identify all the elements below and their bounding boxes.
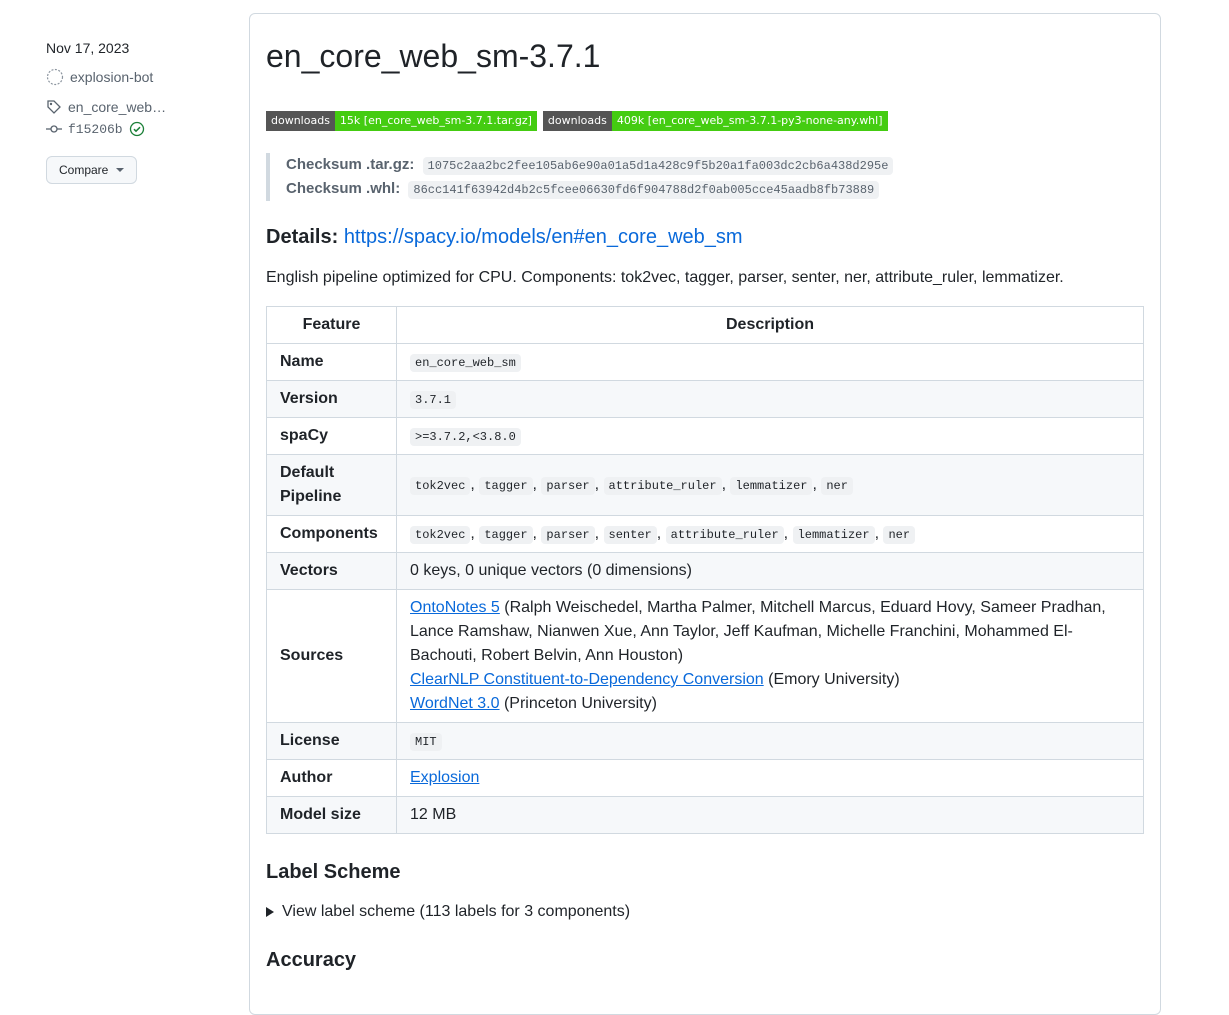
feature-pipeline-label: Default Pipeline bbox=[266, 454, 397, 516]
component-code: lemmatizer bbox=[792, 526, 875, 544]
table-row: Version 3.7.1 bbox=[266, 380, 1144, 418]
badge-label: downloads bbox=[266, 111, 335, 131]
spacy-code: >=3.7.2,<3.8.0 bbox=[410, 428, 521, 446]
feature-size-label: Model size bbox=[266, 796, 397, 834]
details-link[interactable]: https://spacy.io/models/en#en_core_web_s… bbox=[344, 226, 743, 248]
clearnlp-credit: (Emory University) bbox=[763, 671, 900, 688]
feature-vectors-label: Vectors bbox=[266, 552, 397, 590]
tag-row[interactable]: en_core_web_... bbox=[46, 96, 226, 118]
caret-down-icon bbox=[116, 168, 125, 172]
table-row: Model size 12 MB bbox=[266, 796, 1144, 834]
table-row: Author Explosion bbox=[266, 759, 1144, 797]
version-code: 3.7.1 bbox=[410, 391, 457, 409]
label-scheme-summary: View label scheme (113 labels for 3 comp… bbox=[282, 903, 631, 920]
feature-table: Feature Description Name en_core_web_sm … bbox=[266, 306, 1144, 834]
table-row: Sources OntoNotes 5 (Ralph Weischedel, M… bbox=[266, 589, 1144, 723]
header-feature: Feature bbox=[266, 306, 397, 344]
table-row: spaCy >=3.7.2,<3.8.0 bbox=[266, 417, 1144, 455]
badge-value: 409k [en_core_web_sm-3.7.1-py3-none-any.… bbox=[611, 111, 888, 131]
commit-row[interactable]: f15206b bbox=[46, 118, 226, 140]
table-row: License MIT bbox=[266, 722, 1144, 760]
pipeline-code: tagger bbox=[479, 477, 533, 495]
header-description: Description bbox=[396, 306, 1144, 344]
feature-components-label: Components bbox=[266, 515, 397, 553]
component-code: senter bbox=[603, 526, 657, 544]
commit-icon bbox=[46, 125, 62, 133]
bot-avatar-icon bbox=[46, 68, 64, 86]
wordnet-credit: (Princeton University) bbox=[499, 695, 657, 712]
author-row[interactable]: explosion-bot bbox=[46, 66, 226, 88]
feature-spacy-value: >=3.7.2,<3.8.0 bbox=[396, 417, 1144, 455]
feature-sources-label: Sources bbox=[266, 589, 397, 723]
author-name[interactable]: explosion-bot bbox=[70, 69, 153, 85]
checksum-value: 86cc141f63942d4b2c5fcee06630fd6f904788d2… bbox=[408, 181, 880, 199]
details-heading: Details: https://spacy.io/models/en#en_c… bbox=[266, 226, 743, 249]
tag-name[interactable]: en_core_web_... bbox=[68, 99, 168, 115]
label-scheme-heading: Label Scheme bbox=[266, 861, 401, 883]
verified-check-icon bbox=[129, 121, 144, 137]
pipeline-code: ner bbox=[821, 477, 853, 495]
feature-vectors-value: 0 keys, 0 unique vectors (0 dimensions) bbox=[396, 552, 1144, 590]
downloads-badge-whl[interactable]: downloads 409k [en_core_web_sm-3.7.1-py3… bbox=[542, 111, 888, 131]
table-row: Default Pipeline tok2vec, tagger, parser… bbox=[266, 454, 1144, 516]
pipeline-code: parser bbox=[541, 477, 595, 495]
feature-name-value: en_core_web_sm bbox=[396, 343, 1144, 381]
label-scheme-toggle[interactable]: View label scheme (113 labels for 3 comp… bbox=[266, 903, 630, 921]
compare-button[interactable]: Compare bbox=[46, 156, 138, 184]
checksum-whl: Checksum .whl: 86cc141f63942d4b2c5fcee06… bbox=[286, 177, 893, 201]
feature-license-value: MIT bbox=[396, 722, 1144, 760]
release-card: en_core_web_sm-3.7.1 downloads 15k [en_c… bbox=[249, 13, 1161, 1015]
pipeline-description: English pipeline optimized for CPU. Comp… bbox=[266, 269, 1064, 286]
clearnlp-link[interactable]: ClearNLP Constituent-to-Dependency Conve… bbox=[410, 671, 764, 688]
feature-author-value: Explosion bbox=[396, 759, 1144, 797]
pipeline-code: attribute_ruler bbox=[603, 477, 722, 495]
feature-license-label: License bbox=[266, 722, 397, 760]
feature-author-label: Author bbox=[266, 759, 397, 797]
feature-version-label: Version bbox=[266, 380, 397, 418]
name-code: en_core_web_sm bbox=[410, 354, 521, 372]
checksums-block: Checksum .tar.gz: 1075c2aa2bc2fee105ab6e… bbox=[266, 153, 894, 201]
ontonotes-link[interactable]: OntoNotes 5 bbox=[410, 599, 500, 616]
component-code: tok2vec bbox=[410, 526, 471, 544]
feature-pipeline-value: tok2vec, tagger, parser, attribute_ruler… bbox=[396, 454, 1144, 516]
feature-spacy-label: spaCy bbox=[266, 417, 397, 455]
feature-size-value: 12 MB bbox=[396, 796, 1144, 834]
release-sidebar: Nov 17, 2023 explosion-bot en_core_web_.… bbox=[46, 40, 226, 184]
release-date: Nov 17, 2023 bbox=[46, 40, 130, 56]
details-label: Details: bbox=[266, 226, 339, 248]
pipeline-code: lemmatizer bbox=[730, 477, 813, 495]
author-link[interactable]: Explosion bbox=[410, 769, 479, 786]
feature-name-label: Name bbox=[266, 343, 397, 381]
downloads-badge-targz[interactable]: downloads 15k [en_core_web_sm-3.7.1.tar.… bbox=[266, 111, 537, 131]
component-code: ner bbox=[883, 526, 916, 544]
table-row: Vectors 0 keys, 0 unique vectors (0 dime… bbox=[266, 552, 1144, 590]
release-title[interactable]: en_core_web_sm-3.7.1 bbox=[266, 38, 600, 75]
feature-sources-value: OntoNotes 5 (Ralph Weischedel, Martha Pa… bbox=[396, 589, 1144, 723]
license-code: MIT bbox=[410, 733, 442, 751]
tag-icon bbox=[47, 100, 61, 114]
checksum-value: 1075c2aa2bc2fee105ab6e90a01a5d1a428c9f5b… bbox=[422, 157, 894, 175]
commit-sha[interactable]: f15206b bbox=[68, 122, 123, 137]
component-code: attribute_ruler bbox=[665, 526, 784, 544]
wordnet-link[interactable]: WordNet 3.0 bbox=[410, 695, 500, 712]
checksum-label: Checksum .tar.gz: bbox=[286, 156, 415, 173]
disclosure-triangle-icon bbox=[266, 907, 274, 917]
checksum-targz: Checksum .tar.gz: 1075c2aa2bc2fee105ab6e… bbox=[286, 153, 894, 177]
badge-label: downloads bbox=[542, 111, 612, 131]
component-code: tagger bbox=[479, 526, 533, 544]
download-badges: downloads 15k [en_core_web_sm-3.7.1.tar.… bbox=[266, 111, 888, 131]
checksum-label: Checksum .whl: bbox=[286, 180, 401, 197]
table-row: Components tok2vec, tagger, parser, sent… bbox=[266, 515, 1144, 553]
compare-label: Compare bbox=[59, 163, 109, 177]
ontonotes-credit: (Ralph Weischedel, Martha Palmer, Mitche… bbox=[410, 599, 1106, 664]
table-header-row: Feature Description bbox=[266, 306, 1144, 344]
accuracy-heading: Accuracy bbox=[266, 949, 357, 971]
badge-value: 15k [en_core_web_sm-3.7.1.tar.gz] bbox=[334, 111, 537, 131]
component-code: parser bbox=[541, 526, 595, 544]
pipeline-code: tok2vec bbox=[410, 477, 471, 495]
table-row: Name en_core_web_sm bbox=[266, 343, 1144, 381]
feature-version-value: 3.7.1 bbox=[396, 380, 1144, 418]
feature-components-value: tok2vec, tagger, parser, senter, attribu… bbox=[396, 515, 1144, 553]
